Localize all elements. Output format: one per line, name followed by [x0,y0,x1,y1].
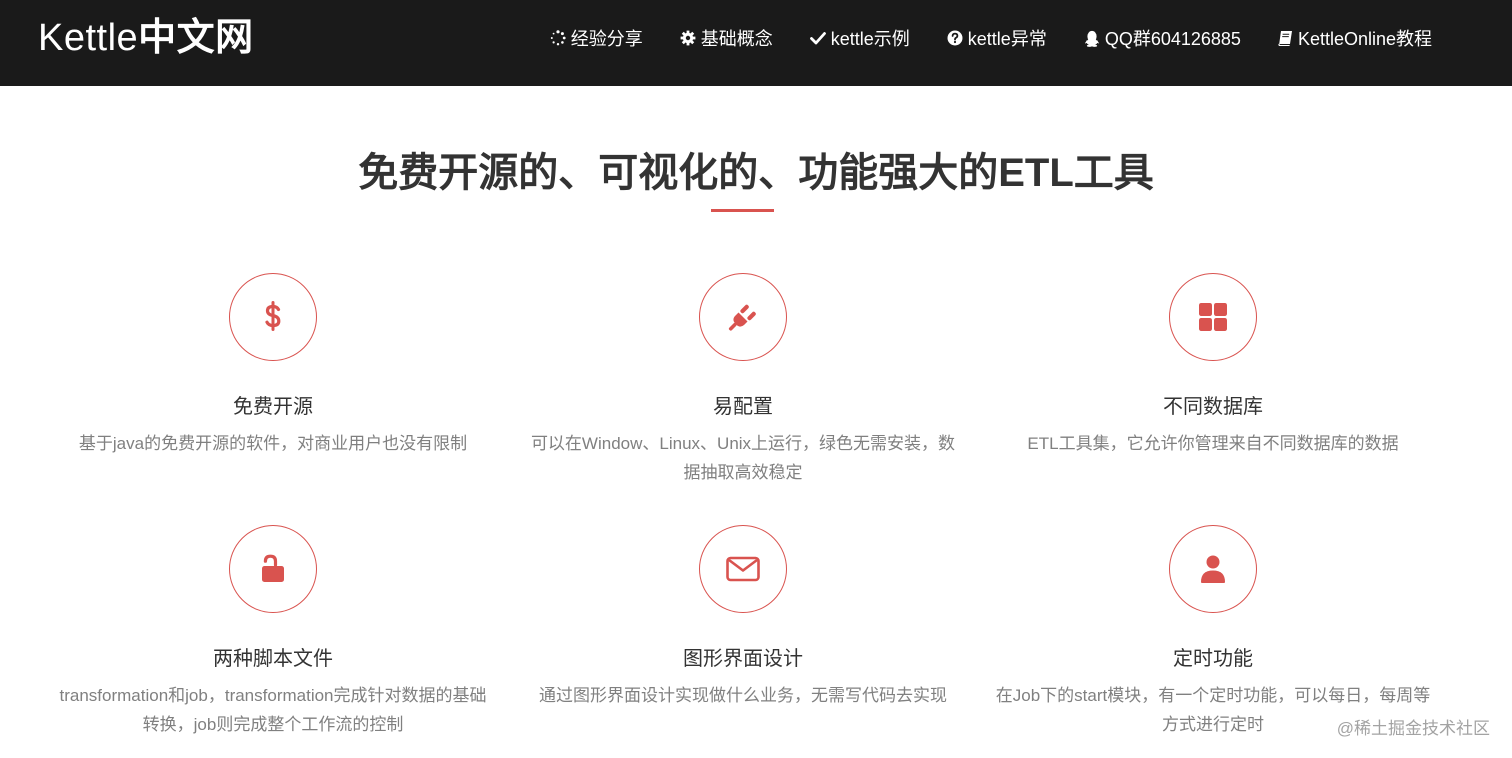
nav-label: 经验分享 [570,29,643,49]
question-circle-icon [947,30,963,46]
feature-icon-circle [1169,273,1257,361]
nav-item-examples[interactable]: kettle示例 [809,25,910,51]
feature-card-script-files: 两种脚本文件 transformation和job，transformation… [38,525,508,739]
nav-label: KettleOnline教程 [1297,29,1432,49]
brand-latin: Kettle [38,17,139,59]
nav-label: QQ群604126885 [1104,29,1241,49]
nav-item-exceptions[interactable]: kettle异常 [947,25,1047,51]
feature-description: 基于java的免费开源的软件，对商业用户也没有限制 [78,434,468,453]
page-headline: 免费开源的、可视化的、功能强大的ETL工具 [358,151,1154,195]
feature-title: 免费开源 [233,396,313,418]
nav-item-basics[interactable]: 基础概念 [680,25,773,51]
nav-label: kettle异常 [967,29,1047,49]
feature-icon-circle [699,273,787,361]
feature-title: 易配置 [713,396,773,418]
feature-description: ETL工具集，它允许你管理来自不同数据库的数据 [1027,434,1399,453]
main-nav: 经验分享 基础概念 kettle示例 kettle异常 QQ群604126885… [550,0,1432,76]
feature-icon-circle [229,525,317,613]
nav-item-qq-group[interactable]: QQ群604126885 [1084,25,1241,51]
nav-item-online-tutorial[interactable]: KettleOnline教程 [1278,25,1432,51]
feature-card-gui-design: 图形界面设计 通过图形界面设计实现做什么业务，无需写代码去实现 [508,525,978,710]
nav-label: kettle示例 [830,29,910,49]
nav-label: 基础概念 [700,29,773,49]
feature-title: 不同数据库 [1163,396,1263,418]
grid-icon [1199,303,1227,331]
feature-description: 可以在Window、Linux、Unix上运行，绿色无需安装，数据抽取高效稳定 [530,434,956,482]
nav-item-experience[interactable]: 经验分享 [550,25,643,51]
check-icon [809,32,826,45]
dollar-icon [265,301,281,331]
qq-icon [1084,30,1100,47]
site-logo[interactable]: Kettle中文网 [38,15,254,61]
top-navbar: Kettle中文网 经验分享 基础概念 kettle示例 kettle异常 QQ… [0,0,1512,86]
unlock-icon [262,554,284,582]
feature-icon-circle [1169,525,1257,613]
feature-description: transformation和job，transformation完成针对数据的… [59,686,487,734]
feature-card-free-open-source: 免费开源 基于java的免费开源的软件，对商业用户也没有限制 [38,273,508,458]
envelope-icon [726,556,760,582]
brand-cn: 中文网 [138,17,254,59]
feature-card-scheduling: 定时功能 在Job下的start模块，有一个定时功能，可以每日，每周等方式进行定… [978,525,1448,739]
feature-card-easy-config: 易配置 可以在Window、Linux、Unix上运行，绿色无需安装，数据抽取高… [508,273,978,487]
spinner-icon [550,30,566,46]
feature-icon-circle [699,525,787,613]
gear-icon [680,30,696,46]
feature-title: 两种脚本文件 [213,648,333,670]
feature-description: 通过图形界面设计实现做什么业务，无需写代码去实现 [539,686,947,705]
watermark: @稀土掘金技术社区 [1336,719,1490,738]
book-icon [1278,31,1292,46]
user-icon [1201,555,1225,583]
feature-title: 图形界面设计 [683,648,803,670]
headline-divider [711,209,774,212]
feature-title: 定时功能 [1173,648,1253,670]
feature-icon-circle [229,273,317,361]
feature-card-multi-database: 不同数据库 ETL工具集，它允许你管理来自不同数据库的数据 [978,273,1448,458]
plug-icon [728,304,756,331]
